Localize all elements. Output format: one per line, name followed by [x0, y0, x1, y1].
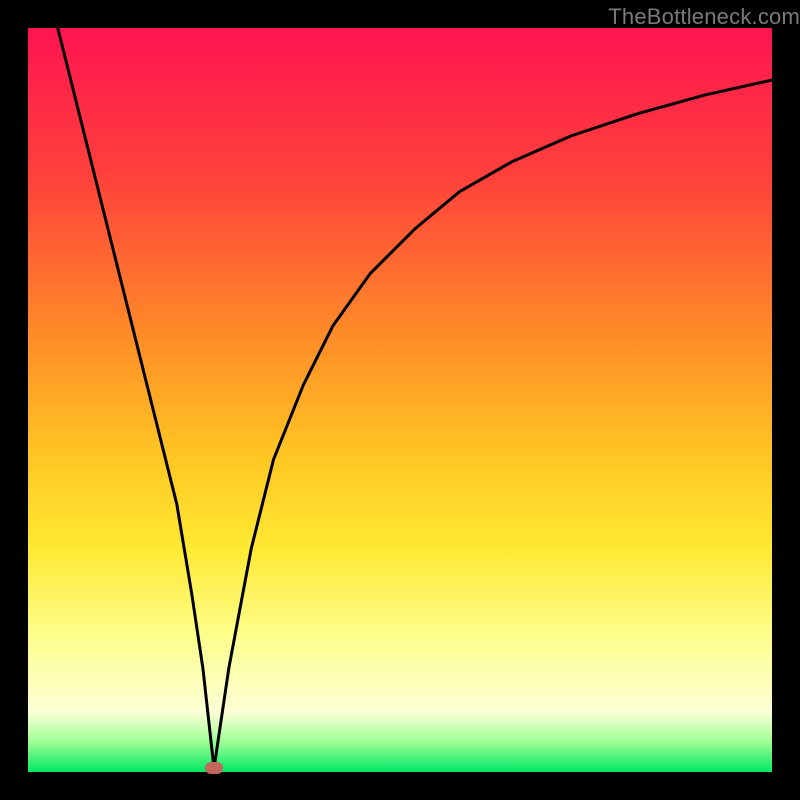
- plot-svg: [28, 28, 772, 772]
- watermark-text: TheBottleneck.com: [608, 4, 800, 30]
- plot-frame: [28, 28, 772, 772]
- optimum-marker: [205, 762, 223, 774]
- heat-gradient: [28, 28, 772, 772]
